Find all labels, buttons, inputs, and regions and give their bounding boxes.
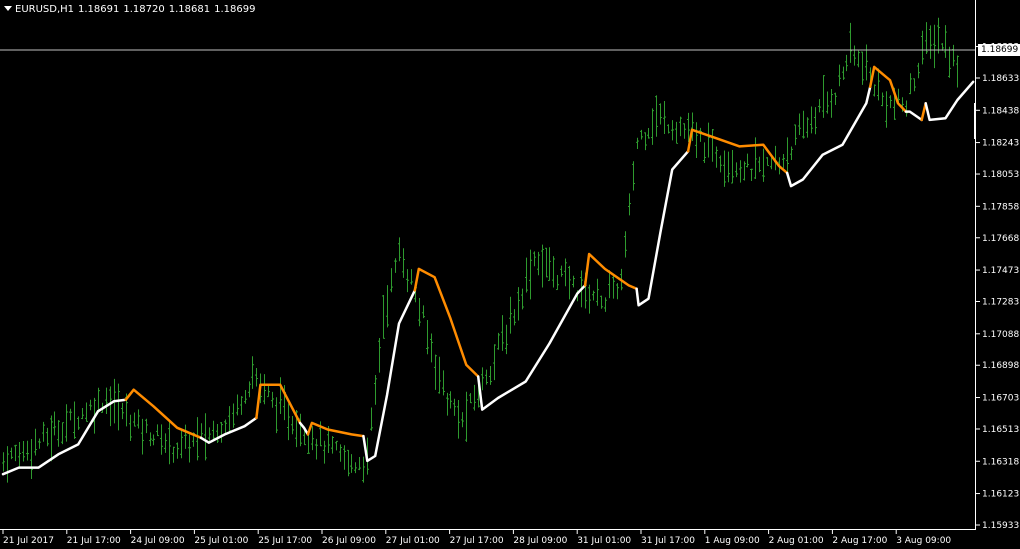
x-tick-label: 27 Jul 17:00	[450, 536, 504, 546]
close-value: 1.18699	[214, 4, 256, 15]
y-tick-label: 1.18243	[982, 139, 1019, 149]
price-axis-marker	[974, 103, 976, 139]
x-tick-label: 2 Aug 01:00	[769, 536, 824, 546]
x-tick-label: 25 Jul 01:00	[194, 536, 248, 546]
y-tick-label: 1.18633	[982, 74, 1019, 84]
x-tick-label: 28 Jul 09:00	[513, 536, 567, 546]
y-tick-label: 1.17858	[982, 202, 1019, 212]
low-value: 1.18681	[168, 4, 211, 15]
y-tick-label: 1.17473	[982, 266, 1019, 276]
x-tick-label: 31 Jul 17:00	[641, 536, 695, 546]
x-tick-label: 26 Jul 09:00	[322, 536, 376, 546]
y-tick-label: 1.16123	[982, 490, 1019, 500]
y-tick-label: 1.16703	[982, 394, 1019, 404]
y-tick-label: 1.16318	[982, 457, 1019, 467]
y-tick-label: 1.16898	[982, 361, 1019, 371]
y-tick-label: 1.17668	[982, 234, 1019, 244]
x-tick-label: 2 Aug 17:00	[832, 536, 887, 546]
symbol-dropdown-icon[interactable]	[4, 6, 12, 11]
y-tick-label: 1.17088	[982, 330, 1019, 340]
x-tick-label: 1 Aug 09:00	[705, 536, 760, 546]
y-tick-label: 1.15933	[982, 521, 1019, 531]
x-tick-label: 21 Jul 17:00	[67, 536, 121, 546]
y-tick-label: 1.18438	[982, 106, 1019, 116]
y-tick-label: 1.18053	[982, 170, 1019, 180]
chart-header: EURUSD,H1 1.18691 1.18720 1.18681 1.18699	[4, 4, 259, 16]
x-tick-label: 3 Aug 09:00	[896, 536, 951, 546]
open-value: 1.18691	[78, 4, 120, 15]
x-tick-label: 21 Jul 2017	[3, 536, 54, 546]
price-chart[interactable]: 1.188231.186331.184381.182431.180531.178…	[0, 0, 1020, 549]
symbol-label: EURUSD,H1	[15, 4, 75, 15]
x-tick-label: 24 Jul 09:00	[131, 536, 185, 546]
y-tick-label: 1.17283	[982, 298, 1019, 308]
high-value: 1.18720	[123, 4, 165, 15]
chart-background	[0, 0, 1020, 549]
current-price-tag: 1.18699	[978, 44, 1020, 56]
x-tick-label: 31 Jul 01:00	[577, 536, 631, 546]
y-tick-label: 1.16513	[982, 425, 1019, 435]
x-tick-label: 25 Jul 17:00	[258, 536, 312, 546]
x-tick-label: 27 Jul 01:00	[386, 536, 440, 546]
